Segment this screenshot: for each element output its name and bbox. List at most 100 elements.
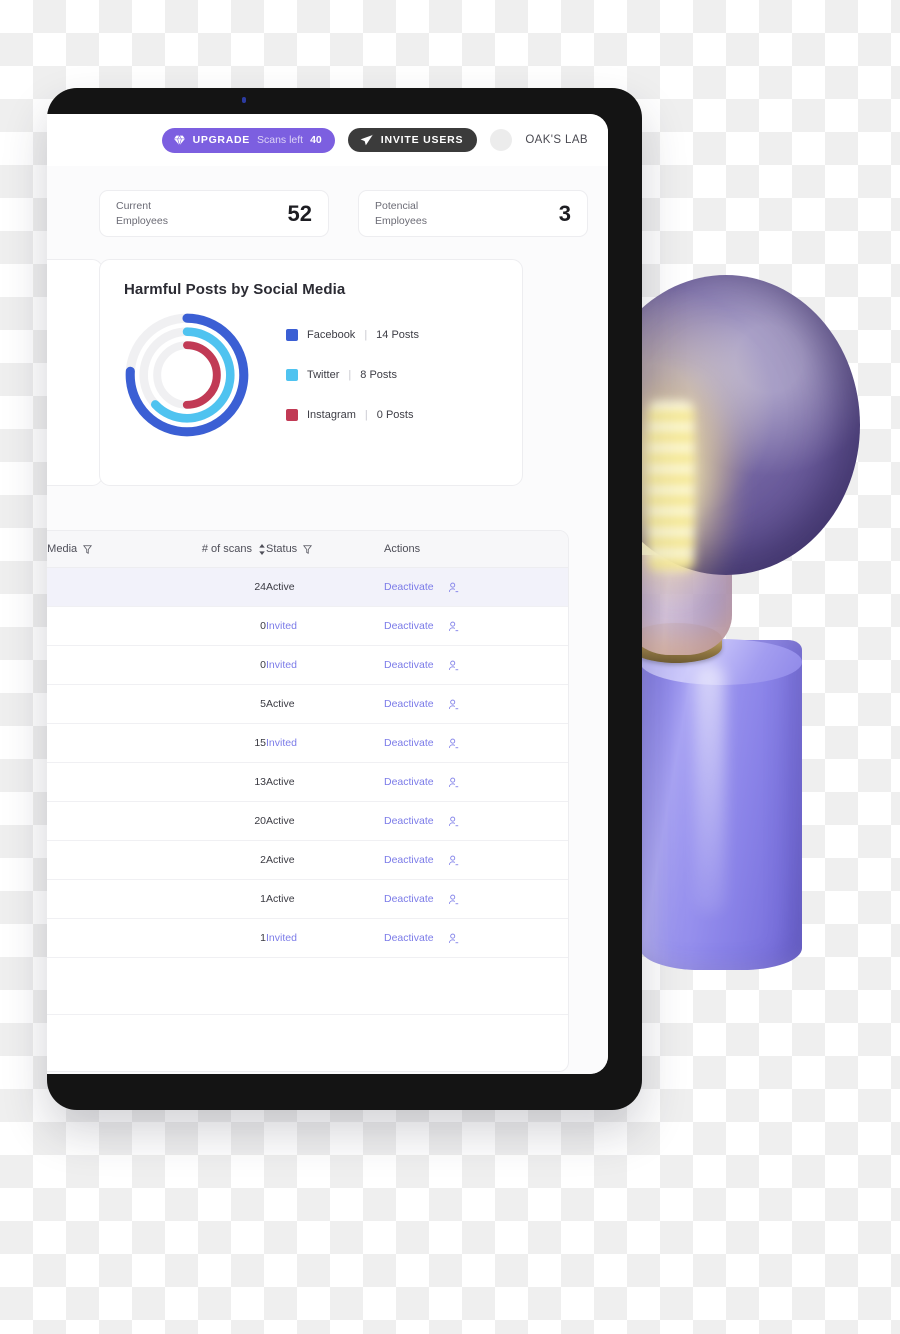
employees-table: d Media # of scans	[47, 531, 568, 1071]
stat-label-line2: Employees	[375, 214, 427, 227]
cell-actions: Deactivate	[384, 723, 568, 763]
remove-user-icon[interactable]	[448, 816, 459, 827]
stat-label-line1: Current	[116, 200, 152, 213]
deactivate-link[interactable]: Deactivate	[384, 815, 434, 827]
cell-social-media	[47, 606, 146, 646]
app-screen: UPGRADE Scans left 40 INVITE USERS OAK'S…	[47, 114, 608, 1074]
cell-status: Invited	[266, 606, 384, 646]
remove-user-icon[interactable]	[448, 582, 459, 593]
deactivate-link[interactable]: Deactivate	[384, 893, 434, 905]
employees-table-card: d Media # of scans	[47, 530, 569, 1072]
cell-actions: Deactivate	[384, 879, 568, 919]
cell-status: Active	[266, 567, 384, 607]
table-row[interactable]: 2 Active Deactivate	[47, 840, 568, 880]
cell-status: Active	[266, 801, 384, 841]
deactivate-link[interactable]: Deactivate	[384, 659, 434, 671]
invite-users-button[interactable]: INVITE USERS	[347, 128, 478, 152]
cell-scans: 0	[146, 606, 266, 646]
cell-status: Active	[266, 762, 384, 802]
status-badge: Active	[266, 698, 295, 710]
legend-separator: |	[364, 329, 368, 341]
stat-card-potencial-employees: Potencial Employees 3	[358, 190, 588, 237]
stat-value: 3	[558, 200, 571, 226]
deactivate-link[interactable]: Deactivate	[384, 854, 434, 866]
cell-status: Active	[266, 879, 384, 919]
status-badge: Active	[266, 776, 295, 788]
remove-user-icon[interactable]	[448, 855, 459, 866]
legend-separator: |	[364, 409, 368, 421]
stat-value: 52	[287, 200, 312, 226]
cell-scans: 1	[146, 918, 266, 958]
camera-dot-icon	[242, 97, 246, 103]
column-header-social-media[interactable]: d Media	[47, 531, 146, 568]
legend-value: 8 Posts	[360, 369, 397, 381]
cell-scans: 1	[146, 879, 266, 919]
app-topbar: UPGRADE Scans left 40 INVITE USERS OAK'S…	[47, 114, 608, 166]
bulb-filament	[648, 401, 694, 571]
table-row[interactable]: 0 Invited Deactivate	[47, 606, 568, 646]
cell-scans: 24	[146, 567, 266, 607]
table-row[interactable]: 0 Invited Deactivate	[47, 645, 568, 685]
remove-user-icon[interactable]	[448, 777, 459, 788]
deactivate-link[interactable]: Deactivate	[384, 698, 434, 710]
legend-item-facebook: Facebook | 14 Posts	[286, 329, 419, 341]
paper-plane-icon	[360, 134, 374, 146]
upgrade-label: UPGRADE	[192, 134, 250, 146]
cell-social-media	[47, 879, 146, 919]
cell-social-media	[47, 801, 146, 841]
deactivate-link[interactable]: Deactivate	[384, 932, 434, 944]
table-row[interactable]: 13 Active Deactivate	[47, 762, 568, 802]
column-header-scans[interactable]: # of scans	[146, 531, 266, 568]
remove-user-icon[interactable]	[448, 933, 459, 944]
remove-user-icon[interactable]	[448, 699, 459, 710]
cell-social-media	[47, 762, 146, 802]
remove-user-icon[interactable]	[448, 621, 459, 632]
table-row[interactable]: 24 Active Deactivate	[47, 567, 568, 607]
table-row[interactable]: 1 Active Deactivate	[47, 879, 568, 919]
column-label: Status	[266, 543, 298, 555]
chart-legend: Facebook | 14 Posts Twitter | 8 Posts In…	[258, 329, 419, 421]
deactivate-link[interactable]: Deactivate	[384, 776, 434, 788]
status-badge: Active	[266, 854, 295, 866]
remove-user-icon[interactable]	[448, 894, 459, 905]
stat-cards-row: Current Employees 52 Potencial Employees…	[47, 166, 608, 237]
cell-scans: 5	[146, 684, 266, 724]
remove-user-icon[interactable]	[448, 660, 459, 671]
stat-label: Potencial Employees	[375, 199, 427, 227]
table-empty-row	[47, 1015, 568, 1072]
legend-separator: |	[348, 369, 352, 381]
cell-status: Invited	[266, 723, 384, 763]
table-row[interactable]: 20 Active Deactivate	[47, 801, 568, 841]
chart-title: Harmful Posts by Social Media	[124, 281, 346, 298]
column-header-actions: Actions	[384, 531, 568, 568]
table-row[interactable]: 1 Invited Deactivate	[47, 918, 568, 958]
deactivate-link[interactable]: Deactivate	[384, 737, 434, 749]
status-badge: Invited	[266, 932, 297, 944]
table-row[interactable]: 5 Active Deactivate	[47, 684, 568, 724]
upgrade-button[interactable]: UPGRADE Scans left 40	[161, 127, 335, 153]
remove-user-icon[interactable]	[448, 738, 459, 749]
legend-swatch-instagram	[286, 409, 298, 421]
status-badge: Active	[266, 815, 295, 827]
cell-scans: 2	[146, 840, 266, 880]
cell-actions: Deactivate	[384, 918, 568, 958]
cell-social-media	[47, 840, 146, 880]
legend-swatch-twitter	[286, 369, 298, 381]
cell-actions: Deactivate	[384, 801, 568, 841]
status-badge: Active	[266, 581, 295, 593]
column-header-status[interactable]: Status	[266, 531, 384, 568]
cell-actions: Deactivate	[384, 567, 568, 607]
cell-scans: 20	[146, 801, 266, 841]
deactivate-link[interactable]: Deactivate	[384, 581, 434, 593]
column-label: Actions	[384, 543, 421, 555]
cell-actions: Deactivate	[384, 684, 568, 724]
status-badge: Invited	[266, 737, 297, 749]
cell-scans: 13	[146, 762, 266, 802]
avatar[interactable]	[490, 129, 513, 151]
deactivate-link[interactable]: Deactivate	[384, 620, 434, 632]
pedestal-shape	[640, 639, 802, 970]
scans-left-count: 40	[310, 134, 322, 146]
legend-swatch-facebook	[286, 329, 298, 341]
table-row[interactable]: 15 Invited Deactivate	[47, 723, 568, 763]
filter-icon	[303, 544, 313, 554]
